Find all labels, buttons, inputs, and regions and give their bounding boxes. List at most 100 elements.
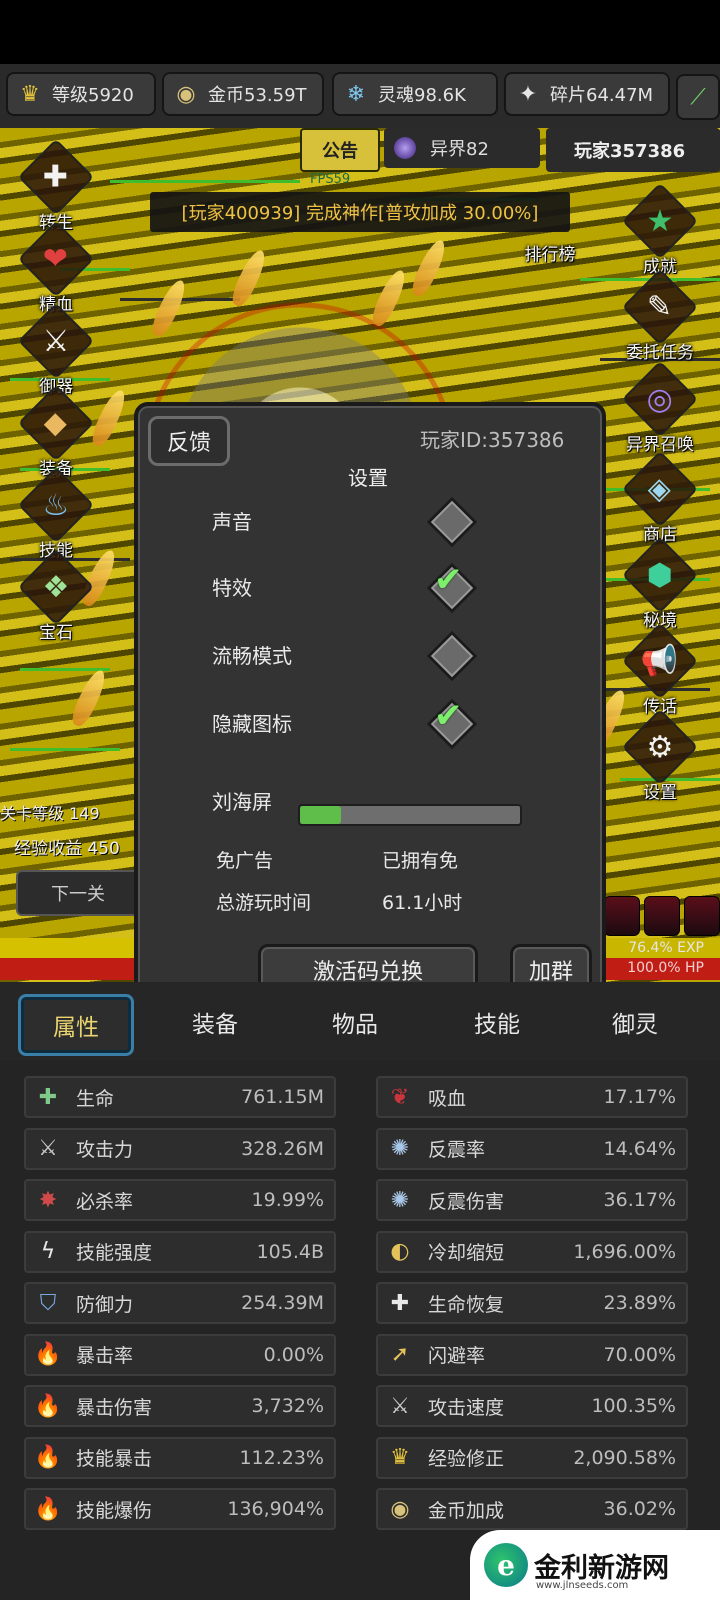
resource-level[interactable]: ♛ 等级5920 xyxy=(6,72,156,116)
attribute-value: 254.39M xyxy=(241,1292,324,1314)
attribute-row[interactable]: ✚ 生命恢复 23.89% xyxy=(376,1282,688,1324)
signal-icon[interactable]: ⟋ xyxy=(676,74,720,120)
resource-shard-text: 碎片64.47M xyxy=(550,85,654,106)
attribute-row[interactable]: ✺ 反震率 14.64% xyxy=(376,1127,688,1170)
nav-legend[interactable]: 📢 传话 xyxy=(620,622,700,717)
attribute-name: 必杀率 xyxy=(76,1190,134,1213)
notch-slider-fill xyxy=(300,806,342,824)
nav-essence-blood[interactable]: ❤ 精血 xyxy=(16,220,96,315)
tab-equipment[interactable]: 装备 xyxy=(160,994,270,1050)
realm-summon-icon: ◎ xyxy=(621,360,699,438)
attribute-value: 70.00% xyxy=(603,1343,676,1366)
attribute-value: 36.02% xyxy=(603,1498,676,1520)
nav-rebirth[interactable]: ✚ 转生 xyxy=(16,138,96,233)
nav-gem[interactable]: ❖ 宝石 xyxy=(16,548,96,643)
realm-label: 异界82 xyxy=(430,139,489,160)
notch-label: 刘海屏 xyxy=(212,790,272,814)
settings-icon: ⚙ xyxy=(621,708,699,786)
resource-shard[interactable]: ✦ 碎片64.47M xyxy=(504,72,670,116)
status-bar-area xyxy=(0,0,720,64)
site-url: www.jlnseeds.com xyxy=(536,1580,629,1591)
attribute-row[interactable]: ⚔ 攻击速度 100.35% xyxy=(376,1385,688,1427)
tab-spirits[interactable]: 御灵 xyxy=(580,994,690,1050)
attribute-row[interactable]: ✚ 生命 761.15M xyxy=(24,1076,336,1118)
attribute-value: 36.17% xyxy=(603,1189,676,1211)
player-button[interactable]: 玩家357386 xyxy=(546,128,720,172)
resource-gold-text: 金币53.59T xyxy=(208,85,307,106)
nav-settings[interactable]: ⚙ 设置 xyxy=(620,708,700,803)
site-name: 金利新游网 xyxy=(534,1552,669,1584)
attribute-row[interactable]: ✺ 反震伤害 36.17% xyxy=(376,1179,688,1221)
ad-free-label: 免广告 xyxy=(216,850,274,872)
attribute-row[interactable]: ϟ 技能强度 105.4B xyxy=(24,1230,336,1273)
broadcast-message: [玩家400939] 完成神作[普攻加成 30.00%] xyxy=(150,192,570,232)
legend-icon: 📢 xyxy=(621,622,699,700)
nav-skill[interactable]: ♨ 技能 xyxy=(16,466,96,561)
resource-soul-text: 灵魂98.6K xyxy=(378,85,466,106)
achievement-icon: ★ xyxy=(621,182,699,260)
dialog-title: 设置 xyxy=(348,466,388,490)
attribute-name: 冷却缩短 xyxy=(428,1242,505,1264)
attribute-row[interactable]: ◉ 金币加成 36.02% xyxy=(376,1488,688,1530)
fps-counter: FPS59 xyxy=(310,172,351,187)
tab-skills[interactable]: 技能 xyxy=(442,994,552,1050)
nav-spirit-guard[interactable]: ⚔ 御器 xyxy=(16,302,96,397)
nav-ranking[interactable]: 排行榜 xyxy=(510,236,590,265)
attribute-row[interactable]: ❦ 吸血 17.17% xyxy=(376,1076,688,1118)
coin-icon: ◉ xyxy=(176,81,196,107)
skill-slot-icon[interactable] xyxy=(604,896,640,936)
sword-icon: ⚔ xyxy=(38,1136,58,1161)
attribute-name: 攻击力 xyxy=(76,1139,134,1161)
option-label-hide-icons: 隐藏图标 xyxy=(212,712,292,736)
attribute-row[interactable]: 🔥 暴击伤害 3,732% xyxy=(24,1385,336,1427)
tab-attributes[interactable]: 属性 xyxy=(18,994,134,1056)
nav-achievement[interactable]: ★ 成就 xyxy=(620,182,700,277)
check-icon: ✔ xyxy=(434,696,463,736)
feedback-button[interactable]: 反馈 xyxy=(148,416,230,466)
nav-secret-realm[interactable]: ⬢ 秘境 xyxy=(620,536,700,631)
attribute-row[interactable]: 🔥 技能爆伤 136,904% xyxy=(24,1488,336,1530)
attribute-row[interactable]: 🔥 暴击率 0.00% xyxy=(24,1333,336,1376)
essence-blood-icon: ❤ xyxy=(17,220,95,298)
attribute-name: 技能暴击 xyxy=(76,1448,153,1470)
attribute-value: 105.4B xyxy=(256,1240,324,1263)
attribute-row[interactable]: ⚔ 攻击力 328.26M xyxy=(24,1127,336,1170)
realm-button[interactable]: 异界82 xyxy=(384,128,540,168)
skill-burst-icon: 🔥 xyxy=(34,1496,62,1522)
nav-shop[interactable]: ◈ 商店 xyxy=(620,450,700,545)
tab-items[interactable]: 物品 xyxy=(300,994,410,1050)
attribute-value: 0.00% xyxy=(263,1343,324,1366)
attribute-row[interactable]: ✸ 必杀率 19.99% xyxy=(24,1179,336,1221)
resource-gold[interactable]: ◉ 金币53.59T xyxy=(162,72,324,116)
check-icon: ✔ xyxy=(434,560,463,600)
resource-soul[interactable]: ❄ 灵魂98.6K xyxy=(332,72,498,116)
nav-equipment[interactable]: ◆ 装备 xyxy=(16,384,96,479)
commission-icon: ✎ xyxy=(621,268,699,346)
dodge-icon: ➚ xyxy=(390,1342,410,1367)
exp-label: 76.4% EXP xyxy=(628,940,704,956)
notice-button[interactable]: 公告 xyxy=(300,128,380,172)
attribute-value: 3,732% xyxy=(251,1395,324,1417)
nav-commission[interactable]: ✎ 委托任务 xyxy=(620,268,700,363)
attribute-value: 100.35% xyxy=(591,1395,676,1417)
nav-realm-summon[interactable]: ◎ 异界召唤 xyxy=(620,360,700,455)
next-stage-button[interactable]: 下一关 xyxy=(16,870,140,916)
skill-slot-icon[interactable] xyxy=(684,896,720,936)
attribute-name: 经验修正 xyxy=(428,1448,505,1470)
attack-speed-icon: ⚔ xyxy=(390,1393,410,1419)
attribute-row[interactable]: ◐ 冷却缩短 1,696.00% xyxy=(376,1230,688,1273)
lifesteal-icon: ❦ xyxy=(390,1084,410,1110)
attribute-row[interactable]: ⛉ 防御力 254.39M xyxy=(24,1282,336,1324)
attribute-name: 技能强度 xyxy=(76,1242,153,1264)
attribute-row[interactable]: ➚ 闪避率 70.00% xyxy=(376,1333,688,1376)
attribute-name: 生命恢复 xyxy=(428,1293,505,1316)
life-icon: ✚ xyxy=(38,1084,58,1110)
shield-icon: ⛉ xyxy=(39,1290,57,1316)
portal-icon xyxy=(394,137,416,159)
exp-income: 经验收益 450 xyxy=(14,839,120,859)
equipment-icon: ◆ xyxy=(17,384,95,462)
skill-slot-icon[interactable] xyxy=(644,896,680,936)
attribute-name: 生命 xyxy=(76,1087,115,1110)
attribute-row[interactable]: 🔥 技能暴击 112.23% xyxy=(24,1436,336,1479)
attribute-row[interactable]: ♛ 经验修正 2,090.58% xyxy=(376,1436,688,1479)
